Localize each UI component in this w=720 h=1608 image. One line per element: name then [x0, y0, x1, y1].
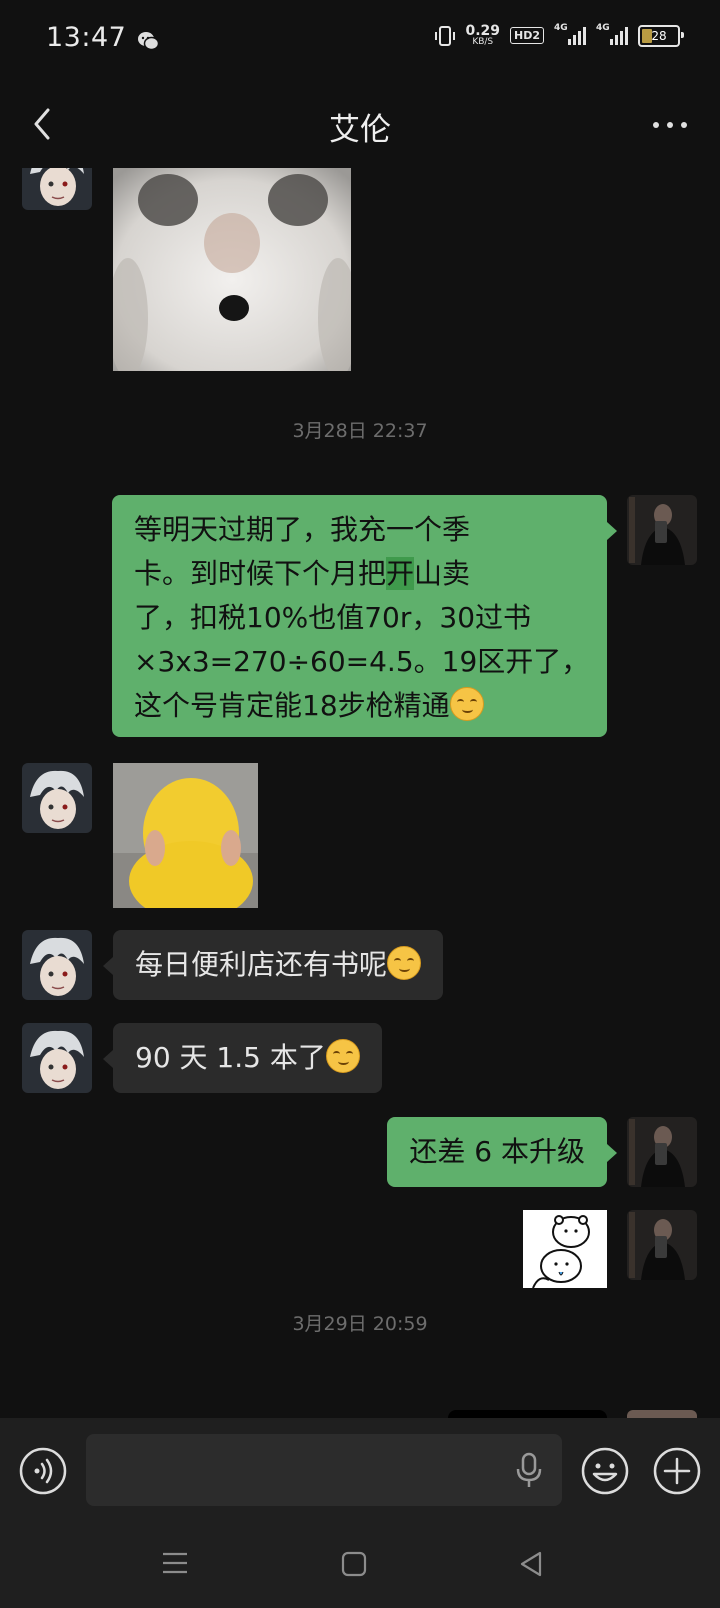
contact-avatar[interactable]: [22, 1023, 92, 1093]
message-input[interactable]: [86, 1434, 562, 1506]
timestamp: 3月28日 22:37: [292, 420, 428, 442]
signal-strength-2: 4G: [596, 23, 628, 45]
voice-icon[interactable]: [18, 1446, 68, 1496]
smirk-emoji-icon: [387, 946, 422, 980]
status-time: 13:47: [46, 22, 127, 53]
message-line: 卡。到时候下个月把开山卖: [134, 557, 471, 590]
hd-voice-badge: HD2: [510, 27, 544, 44]
smirk-emoji-icon: [325, 1039, 360, 1073]
message-bubble-outgoing-partial[interactable]: [448, 1410, 607, 1418]
self-avatar[interactable]: [627, 1117, 697, 1187]
message-bubble-outgoing[interactable]: 等明天过期了，我充一个季 卡。到时候下个月把开山卖 了，扣税10%也值70r，3…: [112, 495, 607, 737]
message-line: 等明天过期了，我充一个季: [134, 513, 471, 546]
wechat-notification-icon: [138, 32, 159, 51]
status-icons: 0.29 KB/S HD2 4G 4G 28: [435, 23, 684, 47]
self-avatar[interactable]: [627, 1210, 697, 1280]
timestamp: 3月29日 20:59: [292, 1313, 428, 1335]
menu-icon[interactable]: [162, 1551, 188, 1575]
self-avatar-partial[interactable]: [627, 1410, 697, 1418]
bear-sticker-image[interactable]: [523, 1210, 607, 1288]
message-bubble-incoming[interactable]: 每日便利店还有书呢: [113, 930, 444, 1000]
message-bubble-outgoing[interactable]: 还差 6 本升级: [387, 1117, 607, 1187]
contact-avatar[interactable]: [22, 168, 92, 210]
plus-icon[interactable]: [652, 1446, 702, 1496]
message-line: ×3x3=270÷60=4.5。19区开了，: [134, 645, 590, 678]
message-bubble-incoming[interactable]: 90 天 1.5 本了: [113, 1023, 382, 1093]
chat-title: 艾伦: [329, 112, 391, 148]
emoji-icon[interactable]: [580, 1446, 630, 1496]
smirk-emoji-icon: [449, 687, 484, 721]
signal-strength-1: 4G: [554, 23, 586, 45]
contact-avatar[interactable]: [22, 930, 92, 1000]
vibrate-icon: [435, 25, 456, 46]
chat-area[interactable]: 3月28日 22:37 等明天过期了，我充一个季 卡。到时候下个月把开山卖 了，…: [0, 168, 720, 1418]
message-line: 这个号肯定能18步枪精通: [134, 684, 585, 728]
home-icon[interactable]: [341, 1551, 367, 1577]
self-avatar[interactable]: [627, 495, 697, 565]
yellow-hood-sticker-image[interactable]: [113, 763, 258, 908]
mic-icon[interactable]: [514, 1452, 544, 1490]
hamster-sticker-image[interactable]: [113, 168, 351, 371]
back-triangle-icon[interactable]: [518, 1550, 544, 1578]
battery-indicator: 28: [638, 24, 684, 47]
message-line: 了，扣税10%也值70r，30过书: [134, 601, 532, 634]
more-dots-icon[interactable]: [650, 110, 690, 140]
contact-avatar[interactable]: [22, 763, 92, 833]
net-speed: 0.29 KB/S: [465, 23, 500, 47]
